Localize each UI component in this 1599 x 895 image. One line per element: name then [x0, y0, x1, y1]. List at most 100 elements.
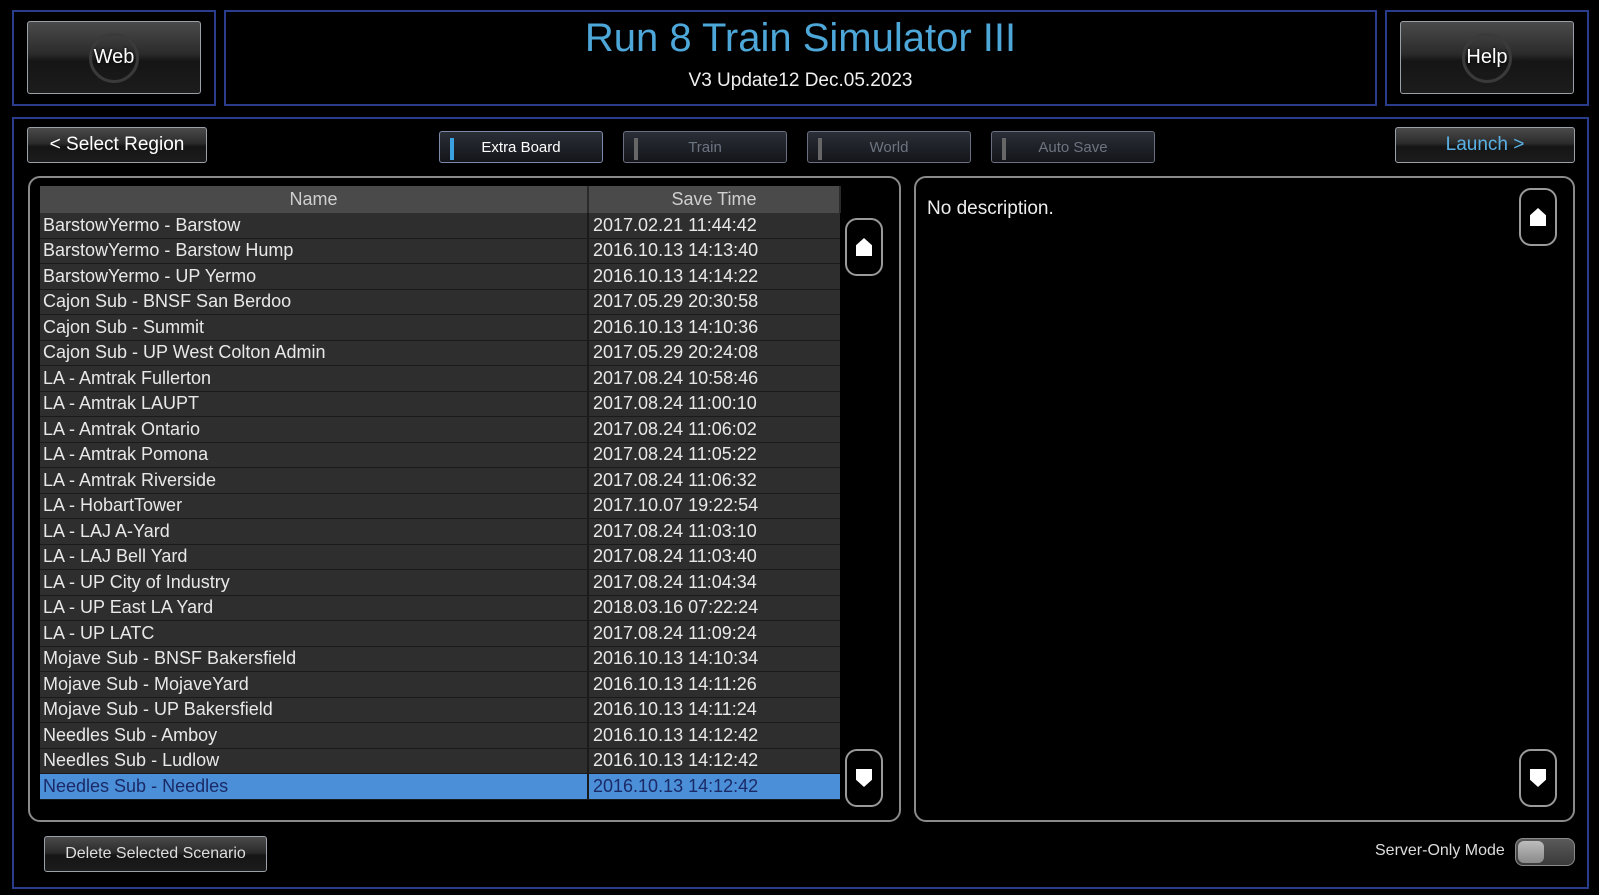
- tab-label: Extra Board: [481, 138, 561, 156]
- table-row[interactable]: Cajon Sub - Summit 2016.10.13 14:10:36: [40, 314, 840, 341]
- tab-label: Train: [688, 138, 722, 156]
- scenario-name-cell[interactable]: Mojave Sub - BNSF Bakersfield: [40, 646, 588, 672]
- help-button[interactable]: Help: [1400, 21, 1574, 94]
- save-time-cell[interactable]: 2017.10.07 19:22:54: [587, 493, 840, 519]
- app-title: Run 8 Train Simulator III: [584, 16, 1017, 60]
- help-button-label: Help: [1466, 46, 1508, 68]
- column-header-save-time[interactable]: Save Time: [588, 186, 841, 213]
- save-time-cell[interactable]: 2016.10.13 14:14:22: [587, 263, 840, 290]
- scenario-name-cell[interactable]: Needles Sub - Needles: [40, 773, 588, 800]
- table-row[interactable]: Mojave Sub - BNSF Bakersfield 2016.10.13 …: [40, 646, 840, 672]
- table-row[interactable]: BarstowYermo - Barstow Hump 2016.10.13 14…: [40, 238, 840, 264]
- table-row[interactable]: Cajon Sub - BNSF San Berdoo 2017.05.29 20…: [40, 289, 840, 315]
- version-text: V3 Update12 Dec.05.2023: [688, 70, 913, 91]
- column-header-name[interactable]: Name: [40, 186, 589, 213]
- scenario-name-cell[interactable]: Mojave Sub - UP Bakersfield: [40, 697, 588, 723]
- table-row[interactable]: LA - LAJ Bell Yard 2017.08.24 11:03:40: [40, 544, 840, 570]
- table-row[interactable]: Cajon Sub - UP West Colton Admin 2017.05.…: [40, 340, 840, 366]
- table-row[interactable]: Needles Sub - Amboy 2016.10.13 14:12:42: [40, 722, 840, 749]
- tab-indicator: [634, 138, 638, 160]
- tab-extra-board[interactable]: Extra Board: [439, 131, 603, 163]
- save-time-cell[interactable]: 2017.05.29 20:30:58: [587, 289, 840, 315]
- scenario-name-cell[interactable]: LA - UP East LA Yard: [40, 595, 588, 621]
- scenario-name-cell[interactable]: LA - Amtrak Ontario: [40, 416, 588, 443]
- save-time-cell[interactable]: 2017.05.29 20:24:08: [587, 340, 840, 366]
- web-button[interactable]: Web: [27, 21, 201, 94]
- save-time-cell[interactable]: 2016.10.13 14:13:40: [587, 238, 840, 264]
- tab-auto-save[interactable]: Auto Save: [991, 131, 1155, 163]
- save-time-cell[interactable]: 2017.08.24 11:04:34: [587, 569, 840, 596]
- launch-button[interactable]: Launch >: [1395, 127, 1575, 163]
- scenario-name-cell[interactable]: Needles Sub - Ludlow: [40, 748, 588, 774]
- save-time-cell[interactable]: 2017.02.21 11:44:42: [587, 213, 840, 239]
- table-row[interactable]: LA - LAJ A-Yard 2017.08.24 11:03:10: [40, 518, 840, 545]
- scenario-table: Name Save Time BarstowYermo - Barstow 201…: [40, 186, 841, 800]
- table-row[interactable]: Mojave Sub - MojaveYard 2016.10.13 14:11:…: [40, 671, 840, 698]
- save-time-cell[interactable]: 2016.10.13 14:11:24: [587, 697, 840, 723]
- scenario-name-cell[interactable]: BarstowYermo - Barstow: [40, 213, 588, 239]
- tab-indicator: [818, 138, 822, 160]
- table-row[interactable]: LA - HobartTower 2017.10.07 19:22:54: [40, 493, 840, 519]
- scenario-name-cell[interactable]: LA - Amtrak Riverside: [40, 467, 588, 494]
- scenario-name-cell[interactable]: LA - Amtrak Fullerton: [40, 365, 588, 392]
- select-region-label: < Select Region: [49, 134, 185, 155]
- table-row[interactable]: LA - Amtrak Fullerton 2017.08.24 10:58:46: [40, 365, 840, 392]
- table-row[interactable]: LA - UP East LA Yard 2018.03.16 07:22:24: [40, 595, 840, 621]
- save-time-cell[interactable]: 2017.08.24 11:05:22: [587, 442, 840, 468]
- save-time-cell[interactable]: 2016.10.13 14:12:42: [587, 773, 840, 800]
- scenario-name-cell[interactable]: LA - LAJ A-Yard: [40, 518, 588, 545]
- tab-train[interactable]: Train: [623, 131, 787, 163]
- tab-world[interactable]: World: [807, 131, 971, 163]
- scenario-name-cell[interactable]: LA - Amtrak Pomona: [40, 442, 588, 468]
- table-header: Name Save Time: [40, 186, 841, 213]
- tab-label: World: [869, 138, 909, 156]
- save-time-cell[interactable]: 2016.10.13 14:12:42: [587, 748, 840, 774]
- tab-indicator: [450, 138, 454, 160]
- save-time-cell[interactable]: 2016.10.13 14:10:34: [587, 646, 840, 672]
- table-row[interactable]: Mojave Sub - UP Bakersfield 2016.10.13 14…: [40, 697, 840, 723]
- scenario-name-cell[interactable]: LA - LAJ Bell Yard: [40, 544, 588, 570]
- table-row[interactable]: LA - Amtrak Riverside 2017.08.24 11:06:32: [40, 467, 840, 494]
- table-row[interactable]: BarstowYermo - UP Yermo 2016.10.13 14:14:…: [40, 263, 840, 290]
- scenario-name-cell[interactable]: Cajon Sub - BNSF San Berdoo: [40, 289, 588, 315]
- description-scroll-up-button[interactable]: [1519, 188, 1557, 246]
- server-only-toggle[interactable]: [1515, 838, 1575, 866]
- save-time-cell[interactable]: 2016.10.13 14:10:36: [587, 314, 840, 341]
- table-row[interactable]: LA - UP City of Industry 2017.08.24 11:04…: [40, 569, 840, 596]
- scenario-name-cell[interactable]: LA - HobartTower: [40, 493, 588, 519]
- save-time-cell[interactable]: 2017.08.24 10:58:46: [587, 365, 840, 392]
- save-time-cell[interactable]: 2016.10.13 14:11:26: [587, 671, 840, 698]
- save-time-cell[interactable]: 2017.08.24 11:00:10: [587, 391, 840, 417]
- list-scroll-up-button[interactable]: [845, 218, 883, 276]
- table-row[interactable]: Needles Sub - Ludlow 2016.10.13 14:12:42: [40, 748, 840, 774]
- table-row[interactable]: LA - Amtrak LAUPT 2017.08.24 11:00:10: [40, 391, 840, 417]
- save-time-cell[interactable]: 2016.10.13 14:12:42: [587, 722, 840, 749]
- select-region-button[interactable]: < Select Region: [27, 127, 207, 163]
- description-panel: No description.: [914, 176, 1575, 822]
- description-scroll-down-button[interactable]: [1519, 749, 1557, 807]
- save-time-cell[interactable]: 2017.08.24 11:09:24: [587, 620, 840, 647]
- tab-label: Auto Save: [1038, 138, 1108, 156]
- scenario-name-cell[interactable]: LA - Amtrak LAUPT: [40, 391, 588, 417]
- table-row[interactable]: LA - Amtrak Pomona 2017.08.24 11:05:22: [40, 442, 840, 468]
- scenario-name-cell[interactable]: BarstowYermo - UP Yermo: [40, 263, 588, 290]
- save-time-cell[interactable]: 2017.08.24 11:06:32: [587, 467, 840, 494]
- save-time-cell[interactable]: 2017.08.24 11:06:02: [587, 416, 840, 443]
- scenario-name-cell[interactable]: BarstowYermo - Barstow Hump: [40, 238, 588, 264]
- save-time-cell[interactable]: 2018.03.16 07:22:24: [587, 595, 840, 621]
- scenario-name-cell[interactable]: Cajon Sub - UP West Colton Admin: [40, 340, 588, 366]
- table-row[interactable]: LA - UP LATC 2017.08.24 11:09:24: [40, 620, 840, 647]
- scenario-name-cell[interactable]: Needles Sub - Amboy: [40, 722, 588, 749]
- scenario-name-cell[interactable]: Cajon Sub - Summit: [40, 314, 588, 341]
- scenario-name-cell[interactable]: Mojave Sub - MojaveYard: [40, 671, 588, 698]
- table-row[interactable]: BarstowYermo - Barstow 2017.02.21 11:44:4…: [40, 213, 840, 239]
- scenario-name-cell[interactable]: LA - UP City of Industry: [40, 569, 588, 596]
- save-time-cell[interactable]: 2017.08.24 11:03:40: [587, 544, 840, 570]
- table-row[interactable]: LA - Amtrak Ontario 2017.08.24 11:06:02: [40, 416, 840, 443]
- scenario-name-cell[interactable]: LA - UP LATC: [40, 620, 588, 647]
- table-row[interactable]: Needles Sub - Needles 2016.10.13 14:12:42: [40, 773, 840, 800]
- list-scroll-down-button[interactable]: [845, 749, 883, 807]
- save-time-cell[interactable]: 2017.08.24 11:03:10: [587, 518, 840, 545]
- delete-scenario-label: Delete Selected Scenario: [65, 845, 246, 862]
- delete-scenario-button[interactable]: Delete Selected Scenario: [44, 836, 267, 872]
